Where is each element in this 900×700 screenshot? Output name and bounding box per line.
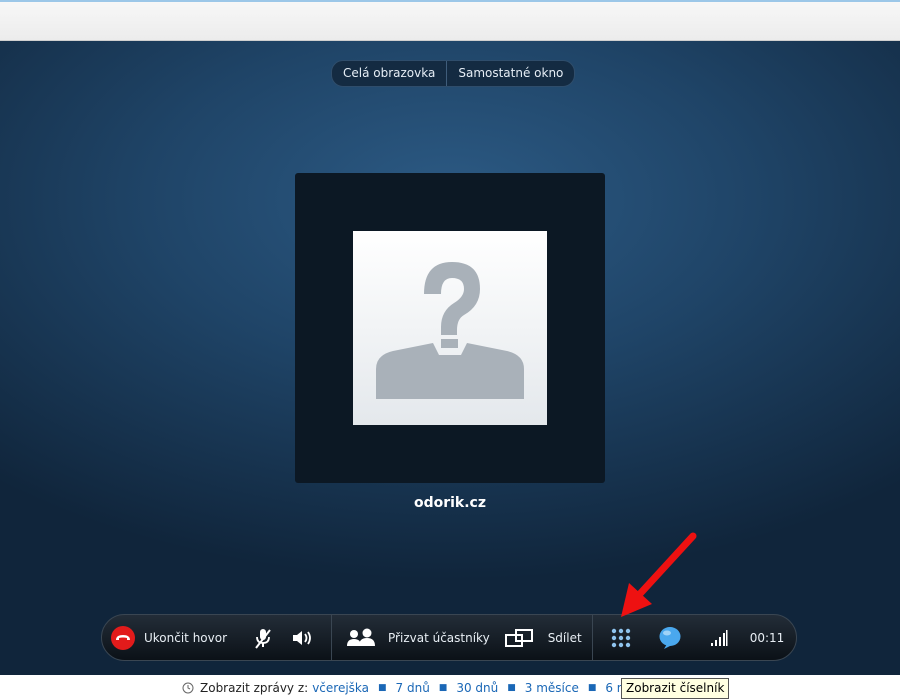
message-history-filter: Zobrazit zprávy z: včerejška ■ 7 dnů ■ 3… [182,681,660,695]
call-control-bar: Ukončit hovor Přizvat účastníky Sdílet 0… [101,614,797,661]
separator-dot: ■ [378,683,387,693]
dialpad-tooltip: Zobrazit číselník [621,678,730,699]
history-link-7-days[interactable]: 7 dnů [396,681,430,695]
add-participants-button[interactable]: Přizvat účastníky [346,628,490,648]
history-link-30-days[interactable]: 30 dnů [456,681,498,695]
unknown-person-icon [376,262,524,399]
separator-dot: ■ [507,683,516,693]
avatar [353,231,547,425]
end-call-button[interactable]: Ukončit hovor [111,625,228,650]
separate-window-button[interactable]: Samostatné okno [446,61,574,86]
signal-strength-icon [710,629,728,647]
clock-icon [182,682,194,694]
speaker-volume-icon[interactable] [291,628,313,648]
history-link-3-months[interactable]: 3 měsíce [525,681,579,695]
control-divider [331,614,333,661]
share-label: Sdílet [547,630,582,645]
separator-dot: ■ [587,683,597,693]
add-participants-label: Přizvat účastníky [388,630,490,645]
participants-icon [346,628,376,648]
mute-microphone-icon[interactable] [253,627,273,649]
share-screen-icon [504,628,534,648]
contact-name: odorik.cz [413,495,487,511]
share-button[interactable]: Sdílet [504,628,582,648]
separator-dot: ■ [438,683,448,693]
call-timer: 00:11 [749,630,785,645]
control-divider [591,614,593,661]
fullscreen-button[interactable]: Celá obrazovka [332,61,446,86]
remote-video-panel [295,173,605,483]
history-prefix: Zobrazit zprávy z: [200,681,309,695]
end-call-icon [111,625,135,650]
chat-bubble-icon[interactable] [658,626,682,650]
end-call-label: Ukončit hovor [144,630,228,645]
window-top-bar [0,0,900,41]
view-mode-toggle: Celá obrazovka Samostatné okno [331,60,576,87]
history-link-yesterday[interactable]: včerejška [312,681,369,695]
dialpad-icon[interactable] [610,627,632,649]
